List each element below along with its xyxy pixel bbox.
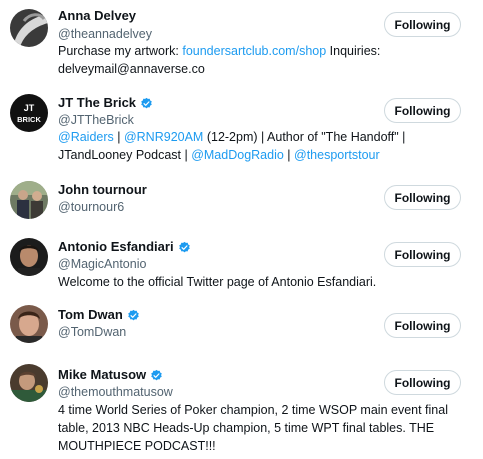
- avatar-text: BRICK: [17, 115, 41, 124]
- bio-link[interactable]: @Raiders: [58, 130, 114, 144]
- following-button[interactable]: Following: [384, 12, 461, 37]
- user-cell-antonio-esfandiari[interactable]: Antonio Esfandiari @MagicAntonio Followi…: [0, 229, 483, 295]
- bio-link[interactable]: @MadDogRadio: [191, 148, 284, 162]
- avatar[interactable]: [10, 238, 48, 276]
- user-cell-jt-the-brick[interactable]: JT BRICK JT The Brick @JTTheBrick Follow…: [0, 85, 483, 173]
- bio-link[interactable]: @RNR920AM: [124, 130, 203, 144]
- user-cell-mike-matusow[interactable]: Mike Matusow @themouthmatusow Following …: [0, 353, 483, 459]
- display-name[interactable]: JT The Brick: [58, 95, 153, 111]
- verified-badge-icon: [128, 309, 139, 320]
- following-button[interactable]: Following: [384, 313, 461, 338]
- user-cell-tom-dwan[interactable]: Tom Dwan @TomDwan Following: [0, 295, 483, 353]
- user-bio: Welcome to the official Twitter page of …: [58, 275, 377, 289]
- user-handle[interactable]: @JTTheBrick: [58, 112, 134, 128]
- user-handle[interactable]: @TomDwan: [58, 324, 126, 340]
- verified-badge-icon: [151, 369, 162, 380]
- avatar[interactable]: [10, 364, 48, 402]
- user-bio: @Raiders | @RNR920AM (12-2pm) | Author o…: [58, 130, 406, 162]
- following-button[interactable]: Following: [384, 98, 461, 123]
- following-button[interactable]: Following: [384, 242, 461, 267]
- user-bio: Purchase my artwork: foundersartclub.com…: [58, 44, 381, 76]
- user-bio: 4 time World Series of Poker champion, 2…: [58, 403, 448, 453]
- following-button[interactable]: Following: [384, 185, 461, 210]
- user-handle[interactable]: @MagicAntonio: [58, 256, 146, 272]
- bio-link[interactable]: foundersartclub.com/shop: [182, 44, 326, 58]
- avatar-initials: JT: [24, 103, 35, 113]
- following-list: Anna Delvey @theannadelvey Following Pur…: [0, 0, 483, 459]
- verified-badge-icon: [141, 97, 152, 108]
- display-name[interactable]: Mike Matusow: [58, 367, 163, 383]
- user-cell-anna-delvey[interactable]: Anna Delvey @theannadelvey Following Pur…: [0, 0, 483, 85]
- display-name[interactable]: John tournour: [58, 182, 147, 198]
- user-handle[interactable]: @themouthmatusow: [58, 384, 173, 400]
- user-handle[interactable]: @tournour6: [58, 199, 124, 215]
- avatar[interactable]: [10, 9, 48, 47]
- verified-badge-icon: [178, 241, 190, 252]
- user-cell-john-tournour[interactable]: John tournour @tournour6 Following: [0, 173, 483, 229]
- display-name[interactable]: Anna Delvey: [58, 8, 136, 24]
- display-name[interactable]: Tom Dwan: [58, 307, 140, 323]
- avatar[interactable]: [10, 181, 48, 219]
- user-handle[interactable]: @theannadelvey: [58, 26, 152, 42]
- following-button[interactable]: Following: [384, 370, 461, 395]
- avatar[interactable]: JT BRICK: [10, 94, 48, 132]
- bio-link[interactable]: @thesportstour: [294, 148, 380, 162]
- avatar[interactable]: [10, 305, 48, 343]
- display-name[interactable]: Antonio Esfandiari: [58, 239, 191, 255]
